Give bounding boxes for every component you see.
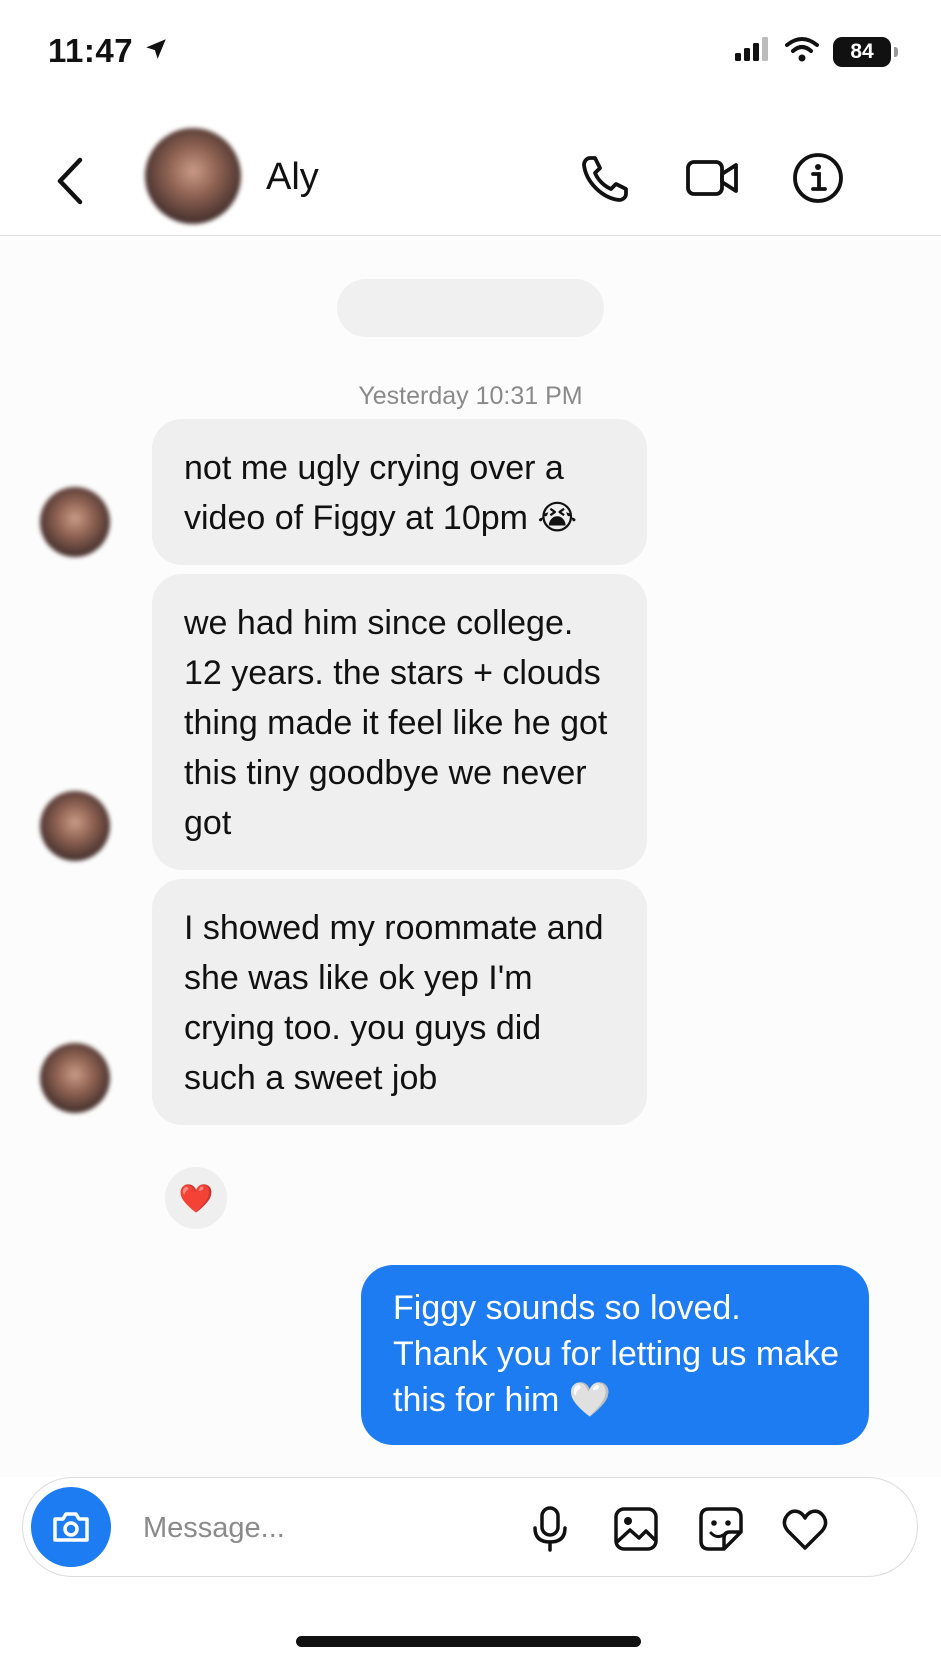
info-button[interactable] [790, 150, 846, 206]
signal-icon [735, 37, 771, 66]
back-button[interactable] [52, 156, 88, 206]
sticker-button[interactable] [696, 1504, 746, 1554]
gallery-button[interactable] [611, 1504, 661, 1554]
message-input[interactable] [143, 1503, 523, 1553]
chat-header: Aly [0, 120, 941, 236]
heart-icon [782, 1509, 828, 1550]
info-icon [793, 153, 843, 203]
status-time: 11:47 [48, 32, 134, 69]
message-composer [22, 1477, 918, 1577]
message-timestamp: Yesterday 10:31 PM [358, 382, 583, 410]
heart-reaction[interactable]: ❤️ [162, 1164, 230, 1232]
outgoing-message[interactable]: Figgy sounds so loved. Thank you for let… [361, 1265, 869, 1445]
call-button[interactable] [578, 150, 634, 206]
status-bar: 11:47 84 [0, 0, 941, 110]
gallery-icon [614, 1507, 658, 1551]
camera-icon [53, 1512, 89, 1542]
incoming-message[interactable]: I showed my roommate and she was like ok… [152, 879, 647, 1125]
sender-avatar[interactable] [40, 791, 110, 861]
phone-icon [582, 156, 628, 202]
message-thread[interactable]: Yesterday 10:31 PM not me ugly crying ov… [0, 237, 941, 1477]
blurred-banner [337, 279, 604, 337]
incoming-message[interactable]: not me ugly crying over a video of Figgy… [152, 419, 647, 565]
wifi-icon [785, 36, 819, 67]
contact-avatar[interactable] [145, 128, 241, 224]
sticker-icon [699, 1507, 743, 1551]
contact-name[interactable]: Aly [266, 156, 319, 199]
location-arrow-icon [143, 32, 169, 70]
battery-icon: 84 [833, 36, 898, 67]
home-indicator[interactable] [296, 1636, 641, 1647]
status-indicators: 84 [735, 36, 898, 67]
back-chevron-icon [57, 157, 83, 205]
camera-button[interactable] [31, 1487, 111, 1567]
video-camera-icon [686, 160, 738, 196]
voice-message-button[interactable] [525, 1504, 575, 1554]
status-time-group: 11:47 [48, 32, 169, 70]
sender-avatar[interactable] [40, 487, 110, 557]
reaction-emoji: ❤️ [178, 1182, 214, 1214]
battery-level: 84 [850, 39, 874, 63]
like-button[interactable] [780, 1504, 830, 1554]
sender-avatar[interactable] [40, 1043, 110, 1113]
microphone-icon [533, 1506, 567, 1552]
video-call-button[interactable] [684, 150, 740, 206]
incoming-message[interactable]: we had him since college. 12 years. the … [152, 574, 647, 870]
